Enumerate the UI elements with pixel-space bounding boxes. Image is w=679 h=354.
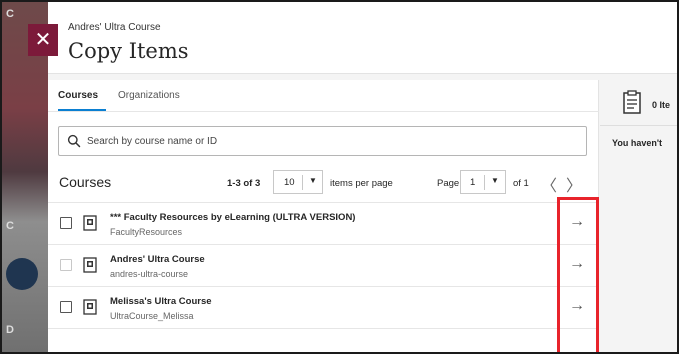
- page-select-value: 1: [470, 177, 476, 188]
- list-footer-divider: [48, 328, 599, 352]
- background-text: D: [6, 324, 14, 336]
- course-subtitle: Andres' Ultra Course: [68, 22, 161, 33]
- results-range: 1-3 of 3: [227, 178, 261, 189]
- search-field[interactable]: [58, 126, 587, 156]
- course-name: *** Faculty Resources by eLearning (ULTR…: [110, 212, 356, 223]
- page-select[interactable]: 1 ▼: [460, 170, 506, 194]
- items-per-page-value: 10: [284, 177, 295, 188]
- selected-items-panel: 0 Ite You haven't: [600, 74, 677, 352]
- background-text: C: [6, 220, 14, 232]
- tab-bar: Courses Organizations: [48, 80, 599, 112]
- course-name: Andres' Ultra Course: [110, 254, 205, 265]
- page-title: Copy Items: [68, 39, 189, 63]
- background-avatar: [6, 258, 38, 290]
- tab-organizations[interactable]: Organizations: [118, 90, 180, 101]
- course-row: Andres' Ultra Course andres-ultra-course…: [48, 244, 599, 286]
- caret-down-icon: ▼: [309, 176, 317, 185]
- close-button[interactable]: ✕: [28, 24, 58, 56]
- course-icon: [83, 299, 97, 315]
- active-tab-indicator: [58, 109, 106, 111]
- course-checkbox[interactable]: [60, 259, 72, 271]
- panel-header: Andres' Ultra Course Copy Items: [48, 2, 677, 74]
- chevron-left-icon[interactable]: 〈: [541, 172, 557, 196]
- background-text: C: [6, 8, 14, 20]
- course-id: andres-ultra-course: [110, 269, 189, 279]
- course-name: Melissa's Ultra Course: [110, 296, 212, 307]
- tab-courses[interactable]: Courses: [58, 90, 98, 101]
- course-row: *** Faculty Resources by eLearning (ULTR…: [48, 202, 599, 244]
- items-per-page-label: items per page: [330, 178, 393, 189]
- course-checkbox[interactable]: [60, 301, 72, 313]
- course-id: FacultyResources: [110, 227, 183, 237]
- search-input[interactable]: [87, 127, 582, 155]
- course-list-card: Courses Organizations Courses 1-3 of 3 1…: [48, 80, 599, 352]
- course-id: UltraCourse_Melissa: [110, 311, 194, 321]
- arrow-right-icon[interactable]: →: [569, 255, 585, 273]
- select-divider: [484, 175, 485, 190]
- copy-items-panel: Andres' Ultra Course Copy Items Courses …: [48, 2, 677, 352]
- search-icon: [67, 134, 81, 148]
- selected-items-count: 0 Ite: [652, 100, 671, 110]
- page-label: Page: [437, 178, 460, 189]
- course-icon: [83, 257, 97, 273]
- empty-selection-message: You haven't: [612, 138, 662, 148]
- course-icon: [83, 215, 97, 231]
- selected-items-header: 0 Ite: [600, 82, 677, 126]
- page-total-label: of 1: [513, 178, 529, 189]
- arrow-right-icon[interactable]: →: [569, 297, 585, 315]
- arrow-right-icon[interactable]: →: [569, 213, 585, 231]
- chevron-right-icon[interactable]: 〉: [566, 172, 582, 196]
- caret-down-icon: ▼: [491, 176, 499, 185]
- select-divider: [302, 175, 303, 190]
- close-icon: ✕: [34, 29, 52, 51]
- course-checkbox[interactable]: [60, 217, 72, 229]
- courses-heading: Courses: [59, 174, 112, 190]
- course-row: Melissa's Ultra Course UltraCourse_Melis…: [48, 286, 599, 328]
- items-per-page-select[interactable]: 10 ▼: [273, 170, 323, 194]
- clipboard-icon: [623, 90, 641, 114]
- screenshot-frame: C C D ✕ Andres' Ultra Course Copy Items …: [0, 0, 679, 354]
